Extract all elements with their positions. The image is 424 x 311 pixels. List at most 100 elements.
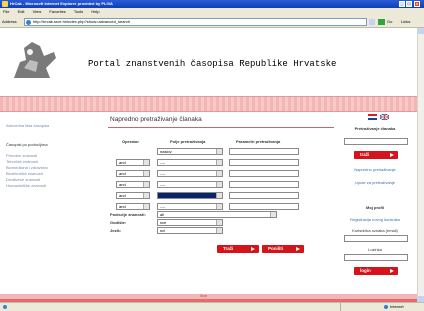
zone-label: Internet xyxy=(390,304,404,309)
close-button[interactable]: × xyxy=(414,1,420,7)
col-field-header: Polje pretraživanja xyxy=(170,139,206,144)
chevron-down-icon xyxy=(216,228,222,233)
chevron-down-icon xyxy=(216,160,222,165)
area-select[interactable]: all xyxy=(157,211,277,218)
search-param-input[interactable] xyxy=(229,159,299,166)
window-title: HrCak - Microsoft Internet Explorer prov… xyxy=(10,1,113,6)
field-select[interactable]: naslov xyxy=(157,148,223,155)
address-bar: Address http://hrcak.srce.hr/index.php?s… xyxy=(0,16,424,28)
arrow-right-icon xyxy=(251,247,255,251)
sidebar-item-humanities[interactable]: Humanističke znanosti xyxy=(6,183,90,189)
croatian-flag-icon[interactable] xyxy=(368,114,377,120)
quick-search-button[interactable]: traži xyxy=(354,151,398,159)
vertical-scrollbar[interactable] xyxy=(417,28,424,302)
page-icon xyxy=(26,20,31,25)
left-sidebar: Abecedna lista časopisa Časopisi po podr… xyxy=(6,116,90,189)
operator-select[interactable]: and xyxy=(116,159,150,166)
menu-favorites[interactable]: Favorites xyxy=(49,9,65,14)
password-label: Lozinka xyxy=(368,247,382,252)
chevron-down-icon xyxy=(216,204,222,209)
operator-select[interactable]: and xyxy=(116,203,150,210)
menu-file[interactable]: File xyxy=(3,9,9,14)
username-input[interactable] xyxy=(344,235,408,242)
ie-app-icon xyxy=(2,1,8,7)
language-label: Jezik: xyxy=(110,228,122,233)
arrow-right-icon xyxy=(390,269,394,273)
chevron-down-icon xyxy=(216,149,222,154)
field-select-focused[interactable] xyxy=(157,192,223,199)
search-param-input[interactable] xyxy=(229,192,299,199)
status-divider xyxy=(340,303,341,311)
arrow-right-icon xyxy=(390,153,394,157)
area-label: Područje znanosti: xyxy=(110,212,146,217)
chevron-down-icon xyxy=(216,193,222,198)
english-flag-icon[interactable] xyxy=(379,113,390,121)
year-label: Godište: xyxy=(110,220,127,225)
search-help-link[interactable]: Upute za pretraživanje xyxy=(340,180,410,185)
field-select[interactable]: ---- xyxy=(157,159,223,166)
quick-search-input[interactable] xyxy=(344,138,408,145)
chevron-down-icon xyxy=(216,171,222,176)
sidebar-fields-heading: Časopisi po područjima xyxy=(6,142,48,147)
profile-heading: Moj profil xyxy=(366,205,384,210)
menu-view[interactable]: View xyxy=(33,9,42,14)
operator-select[interactable]: and xyxy=(116,181,150,188)
field-select[interactable]: ---- xyxy=(157,181,223,188)
chevron-down-icon xyxy=(216,220,222,225)
go-arrow-icon[interactable] xyxy=(378,19,385,25)
chevron-down-icon xyxy=(216,182,222,187)
language-select[interactable]: svi xyxy=(157,227,223,234)
window-title-bar: HrCak - Microsoft Internet Explorer prov… xyxy=(0,0,424,8)
search-param-input[interactable] xyxy=(229,203,299,210)
portal-logo xyxy=(10,38,60,82)
menu-bar: File Edit View Favorites Tools Help xyxy=(0,8,424,16)
search-param-input[interactable] xyxy=(229,181,299,188)
address-input[interactable]: http://hrcak.srce.hr/index.php?show=adva… xyxy=(24,18,367,26)
divider xyxy=(108,127,334,128)
chevron-down-icon xyxy=(143,182,149,187)
search-param-input[interactable] xyxy=(229,148,299,155)
field-select[interactable]: ---- xyxy=(157,203,223,210)
register-link[interactable]: Registracija novog korisnika xyxy=(340,217,410,222)
quick-search-heading: Pretraživanje članaka xyxy=(354,126,396,131)
page-title: Portal znanstvenih časopisa Republike Hr… xyxy=(88,59,337,69)
footer-text: Srce xyxy=(200,294,208,298)
chevron-down-icon xyxy=(143,171,149,176)
operator-select[interactable]: and xyxy=(116,170,150,177)
maximize-button[interactable]: □ xyxy=(406,1,412,7)
scroll-up-icon[interactable] xyxy=(418,28,424,34)
arrow-right-icon xyxy=(296,247,300,251)
menu-edit[interactable]: Edit xyxy=(18,9,25,14)
address-dropdown-icon[interactable] xyxy=(369,19,375,25)
address-url: http://hrcak.srce.hr/index.php?show=adva… xyxy=(33,19,131,24)
reset-button[interactable]: Poništi xyxy=(262,245,304,253)
decorative-band xyxy=(0,96,417,112)
minimize-button[interactable]: _ xyxy=(399,1,405,7)
search-button[interactable]: Traži xyxy=(217,245,259,253)
status-bar: Internet xyxy=(0,302,424,311)
operator-select[interactable]: and xyxy=(116,192,150,199)
chevron-down-icon xyxy=(270,212,276,217)
menu-tools[interactable]: Tools xyxy=(74,9,83,14)
go-button-label[interactable]: Go xyxy=(387,19,392,25)
menu-help[interactable]: Help xyxy=(91,9,99,14)
col-operator-header: Operator xyxy=(122,139,139,144)
advanced-search-link[interactable]: Napredno pretraživanje xyxy=(340,167,410,172)
password-input[interactable] xyxy=(344,254,408,261)
status-page-icon xyxy=(3,305,7,309)
internet-zone-icon xyxy=(384,305,388,309)
chevron-down-icon xyxy=(143,193,149,198)
field-select[interactable]: ---- xyxy=(157,170,223,177)
chevron-down-icon xyxy=(143,204,149,209)
form-title: Napredno pretraživanje članaka xyxy=(110,116,202,123)
col-params-header: Parametri pretraživanja xyxy=(236,139,281,144)
links-label[interactable]: Links xyxy=(401,19,410,25)
address-label: Address xyxy=(2,19,17,24)
browser-viewport: Portal znanstvenih časopisa Republike Hr… xyxy=(0,28,417,302)
username-label: Korisnička oznaka (email) xyxy=(352,228,398,233)
search-param-input[interactable] xyxy=(229,170,299,177)
login-button[interactable]: login xyxy=(354,267,398,275)
chevron-down-icon xyxy=(143,160,149,165)
year-select[interactable]: sve xyxy=(157,219,223,226)
sidebar-all-journals-link[interactable]: Abecedna lista časopisa xyxy=(6,123,90,129)
